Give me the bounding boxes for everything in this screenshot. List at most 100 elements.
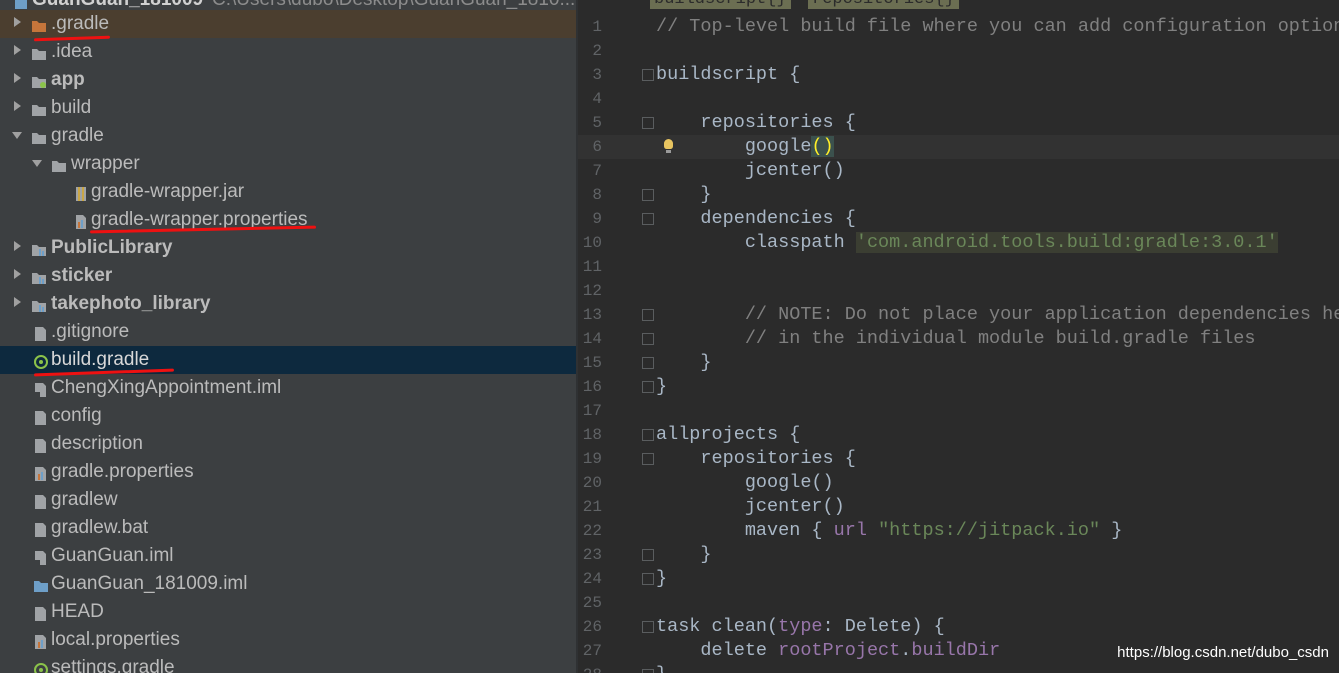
fold-marker-icon[interactable] xyxy=(642,213,654,225)
project-tree-panel: GuanGuan_181009 C:\Users\dubo\Desktop\Gu… xyxy=(0,0,576,673)
breadcrumb-repositories[interactable]: repositories{} xyxy=(808,0,959,9)
fold-marker-icon[interactable] xyxy=(642,333,654,345)
code-line: 28} xyxy=(578,663,1339,673)
tree-item-wrapper[interactable]: wrapper xyxy=(0,150,576,178)
code-line: 18 allprojects { xyxy=(582,424,801,445)
library-module-icon xyxy=(32,269,46,284)
code-line: 9 dependencies { xyxy=(592,208,856,229)
code-line: 12 xyxy=(582,282,602,300)
tree-item-label: gradle-wrapper.jar xyxy=(91,181,245,202)
tree-item-label: gradlew xyxy=(51,489,118,510)
code-line: 21 jcenter() xyxy=(582,496,845,517)
tree-item-app[interactable]: app xyxy=(0,66,576,94)
collapse-arrow-icon[interactable] xyxy=(14,269,21,279)
tree-item-guanguan-181009-iml[interactable]: GuanGuan_181009.iml xyxy=(0,570,576,598)
tree-item-gradle-wrapper-jar[interactable]: gradle-wrapper.jar xyxy=(0,178,576,206)
folder-icon xyxy=(32,129,46,144)
code-line: 17 xyxy=(582,402,602,420)
tree-item-label: ChengXingAppointment.iml xyxy=(51,377,282,398)
tree-item-idea[interactable]: .idea xyxy=(0,38,576,66)
code-line: 10 classpath 'com.android.tools.build:gr… xyxy=(582,232,1278,253)
library-module-icon xyxy=(32,297,46,312)
tree-item-publiclibrary[interactable]: PublicLibrary xyxy=(0,234,576,262)
tree-item-config[interactable]: config xyxy=(0,402,576,430)
tree-item-sticker[interactable]: sticker xyxy=(0,262,576,290)
tree-item-label: takephoto_library xyxy=(51,293,211,314)
breadcrumb-buildscript[interactable]: buildscript{} xyxy=(650,0,791,9)
tree-item-label: settings.gradle xyxy=(51,657,175,673)
tree-item-label: build.gradle xyxy=(51,349,150,370)
fold-marker-icon[interactable] xyxy=(642,309,654,321)
code-line: 22 maven { url "https://jitpack.io" } xyxy=(582,520,1123,541)
tree-item-gradlew-bat[interactable]: gradlew.bat xyxy=(0,514,576,542)
text-file-icon xyxy=(34,493,48,509)
collapse-arrow-icon[interactable] xyxy=(14,101,21,111)
tree-item-gradle[interactable]: gradle xyxy=(0,122,576,150)
tree-item-gradlew[interactable]: gradlew xyxy=(0,486,576,514)
tree-item-gradle-wrapper-properties[interactable]: gradle-wrapper.properties xyxy=(0,206,576,234)
watermark-text: https://blog.csdn.net/dubo_csdn xyxy=(1117,644,1329,661)
collapse-arrow-icon[interactable] xyxy=(14,17,21,27)
folder-icon xyxy=(32,45,46,60)
tree-item-local-properties[interactable]: local.properties xyxy=(0,626,576,654)
text-file-icon xyxy=(34,605,48,621)
code-line: 14 // in the individual module build.gra… xyxy=(582,328,1256,349)
tree-item-dot-gradle[interactable]: .gradle xyxy=(0,10,576,38)
fold-marker-icon[interactable] xyxy=(642,549,654,561)
tree-item-label: local.properties xyxy=(51,629,180,650)
folder-icon xyxy=(52,157,66,172)
tree-item-takephoto-library[interactable]: takephoto_library xyxy=(0,290,576,318)
tree-item-label: GuanGuan.iml xyxy=(51,545,174,566)
tree-item-build[interactable]: build xyxy=(0,94,576,122)
code-line: 1// Top-level build file where you can a… xyxy=(592,16,1339,37)
tree-item-build-gradle[interactable]: build.gradle xyxy=(0,346,576,374)
tree-item-label: .gitignore xyxy=(51,321,130,342)
code-line: 25 xyxy=(582,594,602,612)
library-module-icon xyxy=(32,241,46,256)
tree-item-gitignore[interactable]: .gitignore xyxy=(0,318,576,346)
code-line: 7 jcenter() xyxy=(592,160,845,181)
iml-file-icon xyxy=(34,381,48,397)
properties-file-icon xyxy=(34,465,48,481)
collapse-arrow-icon[interactable] xyxy=(14,241,21,251)
folder-icon xyxy=(32,101,46,116)
fold-marker-icon[interactable] xyxy=(642,69,654,81)
fold-marker-icon[interactable] xyxy=(642,669,654,673)
tree-item-label: gradle xyxy=(51,125,104,146)
tree-item-chengxing-iml[interactable]: ChengXingAppointment.iml xyxy=(0,374,576,402)
fold-marker-icon[interactable] xyxy=(642,621,654,633)
code-line: 15 } xyxy=(582,352,712,373)
tree-item-settings-gradle[interactable]: settings.gradle xyxy=(0,654,576,673)
collapse-arrow-icon[interactable] xyxy=(14,297,21,307)
tree-item-gradle-properties[interactable]: gradle.properties xyxy=(0,458,576,486)
tree-item-label: sticker xyxy=(51,265,113,286)
expand-arrow-icon[interactable] xyxy=(12,132,22,139)
fold-marker-icon[interactable] xyxy=(642,117,654,129)
tree-item-label: HEAD xyxy=(51,601,104,622)
iml-file-icon xyxy=(34,549,48,565)
code-editor[interactable]: buildscript{} repositories{} 1// Top-lev… xyxy=(578,0,1339,673)
code-line: 8 } xyxy=(592,184,712,205)
fold-marker-icon[interactable] xyxy=(642,381,654,393)
tree-item-guanguan-iml[interactable]: GuanGuan.iml xyxy=(0,542,576,570)
code-line: 24} xyxy=(582,568,668,589)
tree-item-label: gradlew.bat xyxy=(51,517,149,538)
expand-arrow-icon[interactable] xyxy=(32,160,42,167)
fold-marker-icon[interactable] xyxy=(642,357,654,369)
collapse-arrow-icon[interactable] xyxy=(14,73,21,83)
module-file-icon xyxy=(34,577,48,592)
code-line: 11 xyxy=(582,258,602,276)
tree-item-label: description xyxy=(51,433,143,454)
fold-marker-icon[interactable] xyxy=(642,453,654,465)
fold-marker-icon[interactable] xyxy=(642,189,654,201)
gradle-file-icon xyxy=(34,661,48,673)
collapse-arrow-icon[interactable] xyxy=(14,45,21,55)
code-line: 16} xyxy=(582,376,668,397)
tree-item-description[interactable]: description xyxy=(0,430,576,458)
fold-marker-icon[interactable] xyxy=(642,429,654,441)
code-line: 19 repositories { xyxy=(582,448,856,469)
tree-item-label: .idea xyxy=(51,41,93,62)
tree-item-head[interactable]: HEAD xyxy=(0,598,576,626)
fold-marker-icon[interactable] xyxy=(642,573,654,585)
tree-item-label: wrapper xyxy=(71,153,140,174)
